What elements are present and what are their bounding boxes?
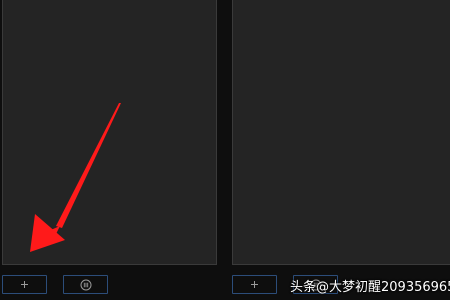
watermark-text: 头条@大梦初醒209356965 [290, 280, 450, 295]
right-add-button[interactable] [232, 275, 277, 294]
left-delete-button[interactable] [63, 275, 108, 294]
plus-icon [20, 280, 29, 289]
left-add-button[interactable] [2, 275, 47, 294]
right-panel [232, 0, 450, 265]
trash-icon [80, 279, 92, 291]
left-panel [2, 0, 217, 265]
plus-icon [250, 280, 259, 289]
